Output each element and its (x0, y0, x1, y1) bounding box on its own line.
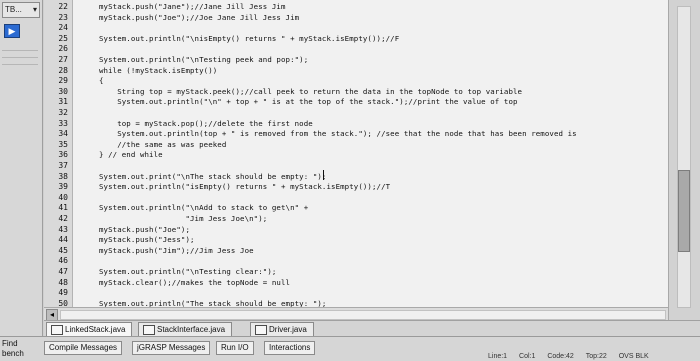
workspace-dropdown-label: TB... (5, 5, 22, 14)
line-number: 38 (58, 171, 68, 181)
horizontal-scrollbar[interactable]: ◂ (44, 307, 668, 321)
bottom-panel: Find bench Compile Messages jGRASP Messa… (0, 336, 700, 361)
line-number: 31 (58, 97, 68, 107)
tab-run-io[interactable]: Run I/O (216, 341, 254, 355)
find-label-line-1: Find (2, 339, 18, 348)
code-line: myStack.push("Jim");//Jim Jess Joe (99, 245, 254, 255)
text-cursor (323, 170, 324, 180)
tab-label: Run I/O (221, 343, 249, 352)
status-line: Line:1 (488, 353, 508, 360)
status-bar: Line:1 Col:1 Code:42 Top:22 OVS BLK (478, 353, 649, 360)
code-line: System.out.println(top + " is removed fr… (99, 129, 577, 139)
code-line: String top = myStack.peek();//call peek … (99, 86, 523, 96)
horizontal-scroll-track[interactable] (60, 310, 666, 320)
java-file-icon (255, 325, 267, 335)
code-line: System.out.println("\nAdd to stack to ge… (99, 203, 309, 213)
line-number: 24 (58, 23, 68, 33)
code-line: while (!myStack.isEmpty()) (99, 65, 218, 75)
file-tab-label: StackInterface.java (157, 325, 226, 334)
line-number: 42 (58, 214, 68, 223)
file-tab[interactable]: StackInterface.java (138, 322, 233, 337)
divider (2, 57, 38, 58)
play-icon: ▶ (8, 26, 16, 36)
tab-interactions[interactable]: Interactions (264, 341, 316, 355)
line-number: 46 (58, 256, 68, 266)
divider (2, 50, 38, 51)
left-rail-dividers (2, 44, 38, 71)
code-line: System.out.println("isEmpty() returns " … (99, 182, 391, 192)
find-label: Find bench (2, 339, 24, 359)
code-line: System.out.print("\nThe stack should be … (99, 171, 327, 181)
line-number: 37 (58, 161, 68, 170)
tab-label: jGRASP Messages (137, 343, 206, 352)
tab-jgrasp-messages[interactable]: jGRASP Messages (132, 341, 211, 355)
line-number: 36 (58, 150, 68, 160)
code-area[interactable]: myStack.push("Jane");//Jane Jill Jess Ji… (73, 0, 668, 324)
line-number: 34 (58, 129, 68, 139)
line-number: 29 (58, 76, 68, 86)
line-number: 45 (58, 245, 68, 255)
line-number: 27 (58, 55, 68, 64)
code-line: myStack.push("Joe");//Joe Jane Jill Jess… (99, 12, 300, 22)
line-number: 28 (58, 65, 68, 75)
line-number: 26 (58, 44, 68, 54)
line-number: 33 (58, 118, 68, 128)
divider (2, 64, 38, 65)
find-label-line-2: bench (2, 349, 24, 358)
tab-label: Interactions (269, 343, 311, 352)
line-number: 47 (58, 267, 68, 276)
java-file-icon (143, 325, 155, 335)
code-line: System.out.println("\n" + top + " is at … (99, 97, 518, 107)
code-line: System.out.println("\nTesting peek and p… (99, 55, 309, 64)
line-number: 39 (58, 182, 68, 192)
code-line: myStack.clear();//makes the topNode = nu… (99, 277, 291, 287)
code-line: System.out.println("\nTesting clear:"); (99, 267, 277, 276)
line-number: 35 (58, 139, 68, 149)
file-tab[interactable]: Driver.java (250, 322, 314, 337)
code-line: myStack.push("Jess"); (99, 235, 195, 245)
line-number: 32 (58, 108, 68, 117)
file-tab[interactable]: LinkedStack.java (46, 322, 133, 337)
vertical-scrollbar[interactable] (668, 0, 700, 324)
status-code: Code:42 (547, 353, 574, 360)
line-number: 41 (58, 203, 68, 213)
line-number: 25 (58, 33, 68, 43)
code-line: top = myStack.pop();//delete the first n… (99, 118, 313, 128)
file-tab-label: Driver.java (269, 325, 307, 334)
left-rail: TB... ▾ ▶ (0, 0, 43, 360)
line-number: 23 (58, 12, 68, 22)
file-tab-label: LinkedStack.java (65, 325, 126, 334)
code-line: { (99, 76, 104, 86)
line-number: 49 (58, 288, 68, 298)
line-number: 22 (58, 2, 68, 11)
code-line: System.out.println("\nisEmpty() returns … (99, 33, 400, 43)
tab-label: Compile Messages (49, 343, 118, 352)
file-tab-bar: LinkedStack.java StackInterface.java Dri… (44, 320, 700, 337)
code-line: //the same as was peeked (99, 139, 227, 149)
status-col: Col:1 (519, 353, 536, 360)
code-line: myStack.push("Jane");//Jane Jill Jess Ji… (99, 2, 286, 11)
line-number: 43 (58, 224, 68, 234)
code-line: "Jim Jess Joe\n"); (99, 214, 268, 223)
nav-button[interactable]: ▶ (4, 24, 20, 38)
code-line: myStack.push("Joe"); (99, 224, 190, 234)
status-mode: OVS BLK (618, 353, 649, 360)
vertical-scroll-track[interactable] (677, 6, 691, 308)
line-number: 44 (58, 235, 68, 245)
vertical-scroll-thumb[interactable] (678, 170, 690, 252)
java-file-icon (51, 325, 63, 335)
line-number-gutter: 22 23 24 25 26 27 28 29 30 31 32 33 34 3… (44, 0, 73, 324)
workspace-dropdown[interactable]: TB... ▾ (2, 2, 40, 18)
code-editor[interactable]: myStack.push("Jane");//Jane Jill Jess Ji… (73, 0, 668, 324)
line-number: 30 (58, 86, 68, 96)
chevron-down-icon: ▾ (32, 5, 37, 14)
line-number: 48 (58, 277, 68, 287)
line-number: 40 (58, 192, 68, 202)
status-top: Top:22 (585, 353, 607, 360)
tab-compile-messages[interactable]: Compile Messages (44, 341, 123, 355)
code-line: } // end while (99, 150, 163, 160)
